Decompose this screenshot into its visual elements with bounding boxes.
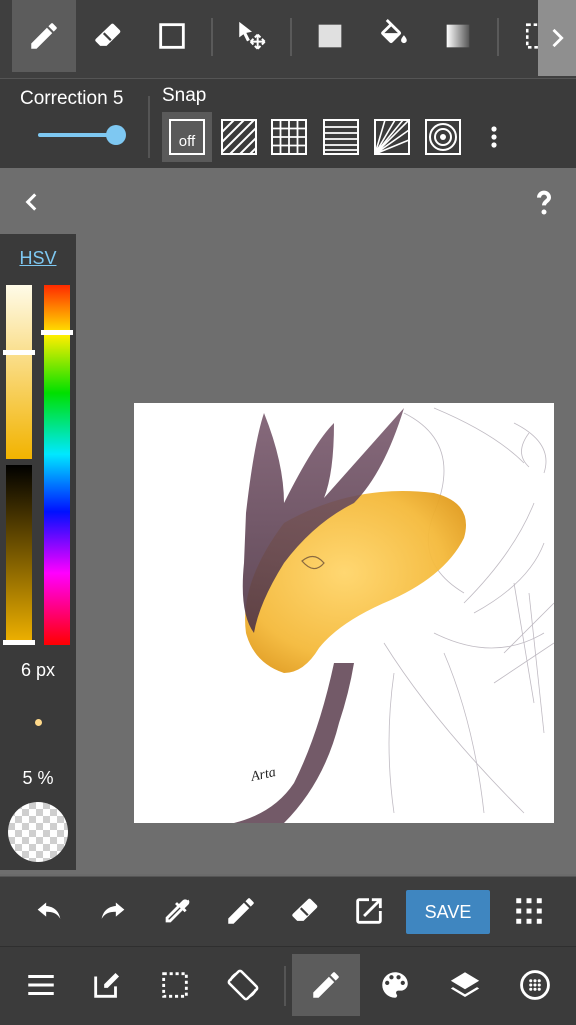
pen-quick-button[interactable]: [212, 882, 270, 940]
horizontal-lines-icon: [323, 119, 359, 155]
color-menu-button[interactable]: [366, 956, 424, 1014]
hue-slider-thumb[interactable]: [41, 330, 73, 335]
opacity-value[interactable]: 5 %: [0, 768, 76, 789]
eraser-icon: [95, 23, 121, 46]
undo-icon: [37, 902, 61, 919]
screen-rotation-icon: [227, 969, 259, 1001]
more-vertical-icon: [491, 126, 497, 148]
dotted-circle-icon: [520, 970, 550, 1000]
brush-size-preview: [35, 719, 42, 726]
pencil-icon: [228, 898, 254, 924]
snap-circle-button[interactable]: [422, 116, 464, 158]
undo-button[interactable]: [20, 882, 78, 940]
concentric-circles-icon: [425, 119, 461, 155]
value-slider-thumb[interactable]: [3, 640, 35, 645]
correction-slider-thumb[interactable]: [106, 125, 126, 145]
bucket-tool-button[interactable]: [362, 0, 426, 72]
eyedropper-icon: [165, 899, 190, 923]
parallel-lines-icon: [221, 119, 257, 155]
toolbar-divider: [211, 18, 213, 56]
redo-icon: [101, 902, 125, 919]
pencil-icon: [313, 972, 339, 998]
drawing-canvas[interactable]: Arta: [134, 403, 554, 823]
grid-icon: [271, 119, 307, 155]
rotate-canvas-button[interactable]: [214, 956, 272, 1014]
hue-slider[interactable]: [44, 285, 70, 645]
materials-menu-button[interactable]: [506, 956, 564, 1014]
pen-tool-button[interactable]: [12, 0, 76, 72]
color-mode-toggle[interactable]: HSV: [0, 248, 76, 269]
shape-tool-button[interactable]: [140, 0, 204, 72]
grid-dots-icon: [516, 898, 542, 924]
question-mark-icon: [537, 190, 552, 215]
snap-grid-button[interactable]: [268, 116, 310, 158]
export-button[interactable]: [340, 882, 398, 940]
move-tool-button[interactable]: [220, 0, 284, 72]
snap-radial-button[interactable]: [371, 116, 413, 158]
eraser-tool-button[interactable]: [76, 0, 140, 72]
filled-square-icon: [318, 24, 342, 48]
chevron-right-icon: [552, 28, 564, 48]
menu-divider: [284, 966, 286, 1006]
edit-square-icon: [94, 972, 120, 998]
more-actions-button[interactable]: [500, 882, 558, 940]
snap-off-icon: off: [169, 119, 205, 155]
open-external-icon: [356, 898, 382, 924]
snap-label: Snap: [162, 85, 207, 106]
gradient-tool-button[interactable]: [426, 0, 490, 72]
eraser-icon: [292, 898, 318, 921]
dashed-selection-icon: [162, 972, 188, 998]
fill-rect-tool-button[interactable]: [298, 0, 362, 72]
eraser-quick-button[interactable]: [276, 882, 334, 940]
signature-text: Arta: [249, 765, 277, 785]
palette-icon: [382, 972, 408, 998]
saturation-slider[interactable]: [6, 285, 32, 459]
brush-size-value[interactable]: 6 px: [0, 660, 76, 681]
paint-bucket-icon: [381, 19, 407, 44]
edit-button[interactable]: [78, 956, 136, 1014]
square-outline-icon: [159, 23, 185, 49]
artwork-drawing: Arta: [234, 407, 554, 823]
gradient-icon: [446, 24, 470, 48]
save-button[interactable]: SAVE: [406, 890, 490, 934]
value-slider[interactable]: [6, 465, 32, 645]
redo-button[interactable]: [84, 882, 142, 940]
eyedropper-button[interactable]: [148, 882, 206, 940]
snap-off-text: off: [178, 133, 196, 150]
toolbar-divider: [290, 18, 292, 56]
radial-lines-icon: [374, 119, 410, 155]
selection-menu-button[interactable]: [146, 956, 204, 1014]
menu-button[interactable]: [12, 956, 70, 1014]
move-arrow-icon: [239, 21, 266, 50]
current-color-swatch[interactable]: [8, 802, 68, 862]
toolbar-divider: [497, 18, 499, 56]
snap-more-button[interactable]: [484, 118, 504, 156]
layers-menu-button[interactable]: [436, 956, 494, 1014]
hamburger-menu-icon: [28, 974, 54, 996]
layers-icon: [450, 972, 480, 998]
chevron-left-icon: [25, 193, 37, 211]
tool-toolbar: [0, 0, 576, 78]
snap-off-button[interactable]: off: [162, 112, 212, 162]
toolbar-scroll-right-button[interactable]: [538, 0, 576, 76]
brush-menu-button[interactable]: [292, 954, 360, 1016]
pencil-icon: [31, 23, 57, 49]
collapse-panel-button[interactable]: [14, 186, 50, 218]
help-button[interactable]: [526, 184, 562, 220]
snap-parallel-button[interactable]: [218, 116, 260, 158]
options-divider: [148, 96, 150, 158]
snap-perspective-button[interactable]: [320, 116, 362, 158]
correction-label: Correction 5: [20, 88, 124, 109]
saturation-slider-thumb[interactable]: [3, 350, 35, 355]
